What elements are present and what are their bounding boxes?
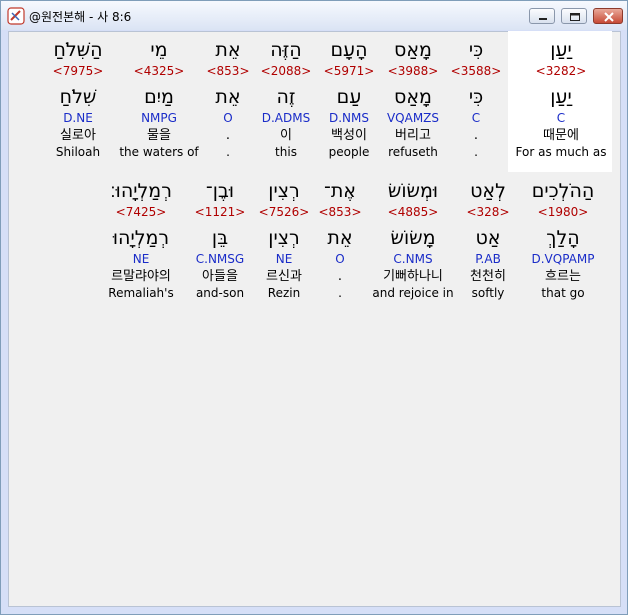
window-title: @원전본해 - 사 8:6 (29, 10, 132, 24)
close-icon (604, 12, 614, 22)
word-2-7[interactable]: רְמַלְיָהוּ׃ <7425> רְמַלְיָהוּ NE 르말랴야의… (86, 178, 196, 301)
strong-number[interactable]: <7425> (86, 204, 196, 220)
english-gloss: Shiloah (55, 145, 101, 159)
morphology-code: NE (132, 252, 150, 266)
strong-number[interactable]: <7975> (23, 63, 133, 79)
lexical-form: שִׁלֹחַ (59, 86, 97, 108)
hebrew-word: הַשִּׁלֹחַ (53, 39, 103, 61)
minimize-button[interactable] (529, 8, 555, 24)
hebrew-word: רְמַלְיָהוּ׃ (110, 180, 172, 202)
lexical-form: רְמַלְיָהוּ (112, 227, 170, 249)
app-logo-icon (7, 7, 25, 25)
title-bar[interactable]: @원전본해 - 사 8:6 (1, 1, 627, 30)
morphology-code: D.NE (63, 111, 93, 125)
korean-gloss: 르말랴야의 (111, 269, 171, 284)
app-window: @원전본해 - 사 8:6 יַעַן <3282> יַעַן C 때문에 F… (0, 0, 628, 615)
close-button[interactable] (593, 8, 623, 24)
minimize-icon (539, 18, 547, 20)
word-1-8[interactable]: הַשִּׁלֹחַ <7975> שִׁלֹחַ D.NE 실로아 Shilo… (23, 37, 133, 160)
maximize-icon (570, 13, 580, 21)
maximize-button[interactable] (561, 8, 587, 24)
korean-gloss: 실로아 (60, 128, 96, 143)
english-gloss: Remaliah's (108, 286, 174, 300)
